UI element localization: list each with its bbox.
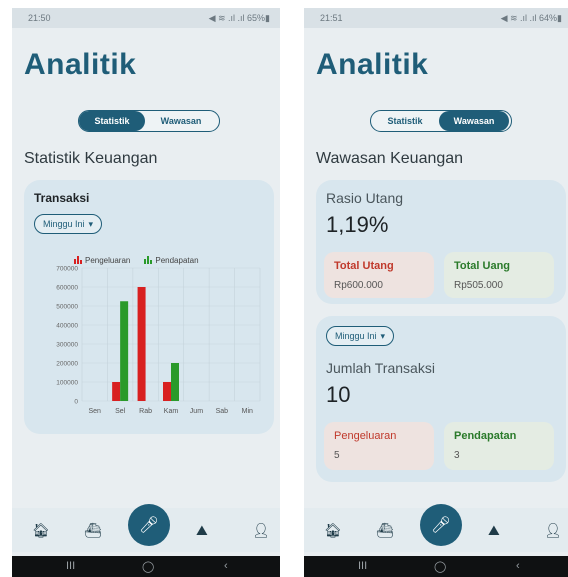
status-time: 21:51 <box>320 13 343 23</box>
segmented-control: Statistik Wawasan <box>370 110 512 132</box>
chart-icon[interactable]: ⛰︎ <box>488 522 500 539</box>
total-debt-value: Rp600.000 <box>334 280 383 291</box>
home-icon[interactable]: 🏠︎ <box>324 522 342 539</box>
bar-chart: 0 100000 200000 300000 400000 500000 600000 700… <box>56 266 261 415</box>
expense-label: Pengeluaran <box>334 430 397 442</box>
expense-box: Pengeluaran 5 <box>324 422 434 470</box>
total-money-box: Total Uang Rp505.000 <box>444 252 554 298</box>
bottom-nav: 🏠︎ ⛴︎ 🎤︎ ⛰︎ 👤︎ <box>304 504 568 552</box>
x-tick-label: Kam <box>164 408 179 415</box>
income-label: Pendapatan <box>454 430 517 442</box>
y-tick-label: 300000 <box>56 342 78 349</box>
income-box: Pendapatan 3 <box>444 422 554 470</box>
caret-down-icon: ▾ <box>380 330 386 341</box>
status-icons: ◀ ≋ .ıl .ıl 64%▮ <box>500 13 562 23</box>
count-value: 10 <box>326 382 351 407</box>
home-button[interactable]: ◯ <box>434 560 446 573</box>
phone-screen-statistik: 21:50 ◀ ≋ .ıl .ıl 65%▮ Analitik Statisti… <box>12 8 280 577</box>
x-tick-label: Jum <box>190 408 203 415</box>
count-label: Jumlah Transaksi <box>326 360 435 376</box>
home-button[interactable]: ◯ <box>142 560 154 573</box>
expense-value: 5 <box>334 450 340 461</box>
total-money-label: Total Uang <box>454 260 511 272</box>
section-title: Wawasan Keuangan <box>316 150 464 167</box>
ship-icon[interactable]: ⛴︎ <box>376 522 394 539</box>
mic-icon: 🎤︎ <box>138 517 160 534</box>
home-icon[interactable]: 🏠︎ <box>32 522 50 539</box>
bottom-nav: 🏠︎ ⛴︎ 🎤︎ ⛰︎ 👤︎ <box>12 504 280 552</box>
y-tick-label: 200000 <box>56 361 78 368</box>
system-nav-bar: III ◯ ‹ <box>12 556 280 577</box>
x-tick-label: Sen <box>88 408 101 415</box>
y-tick-label: 400000 <box>56 323 78 330</box>
back-button[interactable]: ‹ <box>516 560 520 572</box>
ratio-value: 1,19% <box>326 212 389 237</box>
mic-icon: 🎤︎ <box>430 517 452 534</box>
transaction-count-card: Minggu Ini ▾ Jumlah Transaksi 10 Pengelu… <box>316 316 566 482</box>
phone-screen-wawasan: 21:51 ◀ ≋ .ıl .ıl 64%▮ Analitik Statisti… <box>304 8 568 577</box>
income-value: 3 <box>454 450 460 461</box>
x-tick-label: Rab <box>139 408 152 415</box>
back-button[interactable]: ‹ <box>224 560 228 572</box>
bar-pengeluaran-sel <box>112 382 121 401</box>
page-title: Analitik <box>316 48 429 81</box>
recents-button[interactable]: III <box>66 560 75 572</box>
y-tick-label: 700000 <box>56 266 78 273</box>
x-tick-label: Sel <box>115 408 126 415</box>
period-dropdown[interactable]: Minggu Ini ▾ <box>326 326 395 346</box>
chart-icon[interactable]: ⛰︎ <box>196 522 208 539</box>
profile-icon[interactable]: 👤︎ <box>252 522 270 539</box>
system-nav-bar: III ◯ ‹ <box>304 556 568 577</box>
tab-wawasan[interactable]: Wawasan <box>439 111 509 131</box>
ratio-label: Rasio Utang <box>326 190 404 206</box>
x-tick-label: Sab <box>216 408 229 415</box>
recents-button[interactable]: III <box>358 560 367 572</box>
mic-button[interactable]: 🎤︎ <box>420 504 462 546</box>
profile-icon[interactable]: 👤︎ <box>544 522 562 539</box>
bar-pendapatan-sel <box>120 301 129 401</box>
bar-pengeluaran-kam <box>163 382 171 401</box>
y-tick-label: 0 <box>74 399 78 406</box>
ship-icon[interactable]: ⛴︎ <box>84 522 102 539</box>
total-money-value: Rp505.000 <box>454 280 503 291</box>
bar-pendapatan-kam <box>171 363 179 401</box>
total-debt-box: Total Utang Rp600.000 <box>324 252 434 298</box>
y-tick-label: 500000 <box>56 304 78 311</box>
x-tick-label: Min <box>242 408 253 415</box>
bar-pengeluaran-rab <box>137 287 146 401</box>
debt-ratio-card: Rasio Utang 1,19% Total Utang Rp600.000 … <box>316 180 566 304</box>
total-debt-label: Total Utang <box>334 260 394 272</box>
tab-statistik[interactable]: Statistik <box>371 111 439 131</box>
dropdown-label: Minggu Ini <box>335 331 377 341</box>
mic-button[interactable]: 🎤︎ <box>128 504 170 546</box>
status-bar: 21:51 ◀ ≋ .ıl .ıl 64%▮ <box>304 8 568 28</box>
y-tick-label: 100000 <box>56 380 78 387</box>
y-tick-label: 600000 <box>56 285 78 292</box>
